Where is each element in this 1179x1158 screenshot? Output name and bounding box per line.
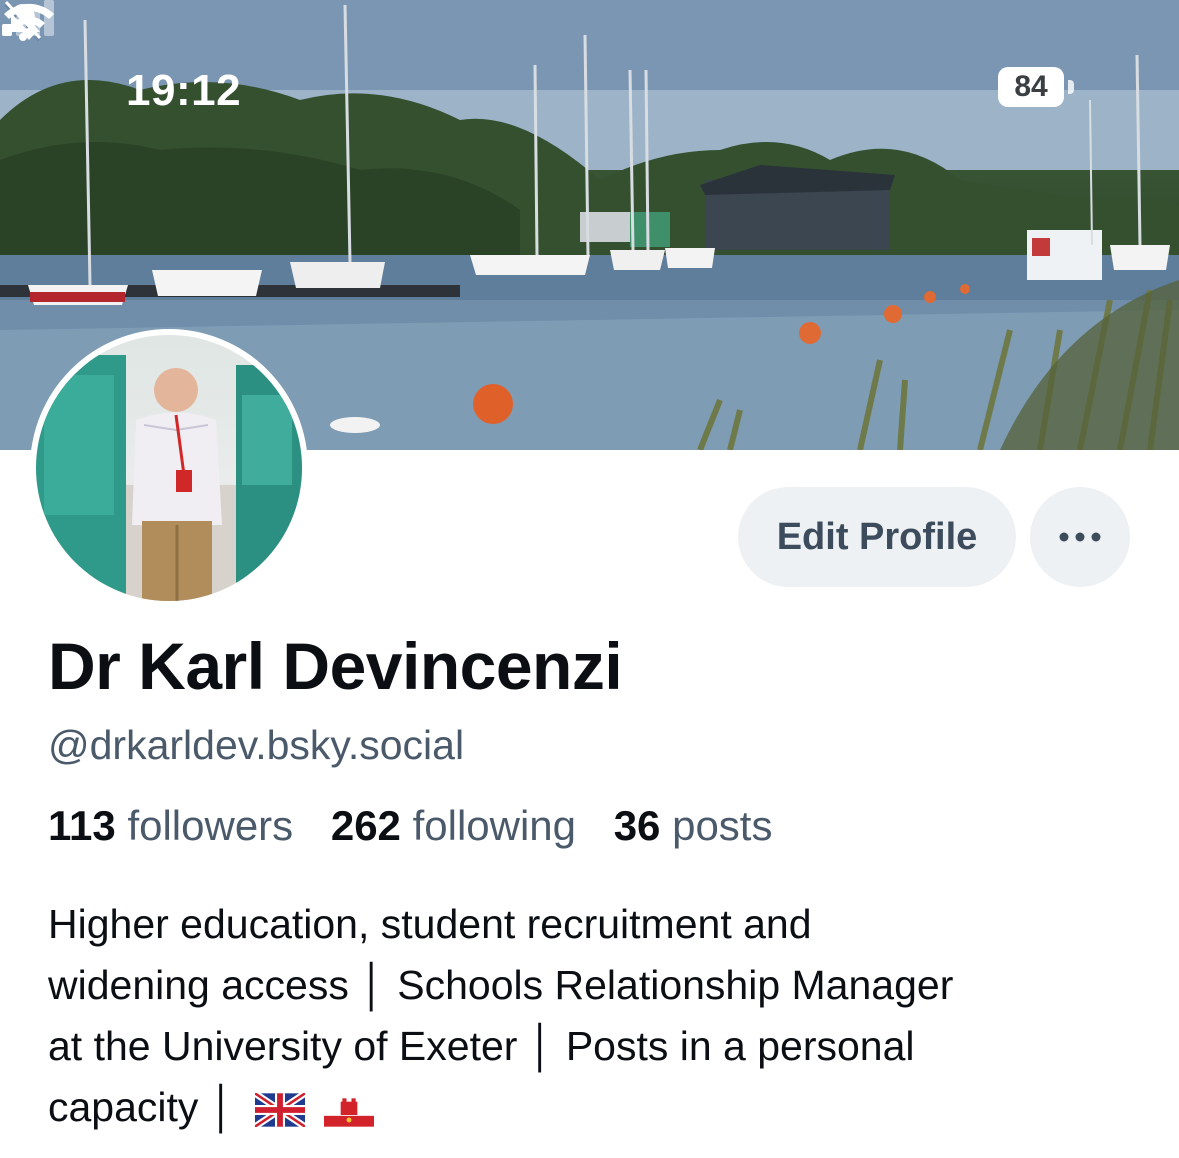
bio-last-line: capacity │ xyxy=(48,1077,1148,1138)
following-link[interactable]: 262 following xyxy=(331,802,614,849)
bio-line: widening access │ Schools Relationship M… xyxy=(48,962,954,1008)
battery-tip xyxy=(1068,80,1074,94)
more-options-button[interactable] xyxy=(1030,487,1130,587)
avatar-photo xyxy=(36,335,302,601)
profile-bio: Higher education, student recruitment an… xyxy=(48,894,1148,1138)
uk-flag-icon xyxy=(254,1093,305,1127)
followers-link[interactable]: 113 followers xyxy=(48,802,331,849)
wifi-icon xyxy=(4,3,54,40)
posts-count: 36 xyxy=(613,802,661,849)
following-label: following xyxy=(412,802,577,849)
following-count: 262 xyxy=(330,802,401,849)
bio-line: Higher education, student recruitment an… xyxy=(48,901,812,947)
bio-line: at the University of Exeter │ Posts in a… xyxy=(48,1023,915,1069)
posts-label: posts xyxy=(672,802,773,849)
profile-handle: @drkarldev.bsky.social xyxy=(48,722,465,768)
posts-stat: 36 posts xyxy=(614,802,799,849)
edit-profile-button[interactable]: Edit Profile xyxy=(738,487,1016,587)
display-name: Dr Karl Devincenzi xyxy=(48,629,623,703)
followers-label: followers xyxy=(127,802,294,849)
battery-icon: 84 xyxy=(998,67,1064,107)
avatar[interactable] xyxy=(30,329,308,607)
followers-count: 113 xyxy=(48,802,116,849)
ellipsis-icon xyxy=(1059,532,1101,542)
bio-line: capacity │ xyxy=(48,1084,236,1130)
gibraltar-flag-icon xyxy=(324,1093,375,1127)
profile-stats: 113 followers 262 following 36 posts xyxy=(48,802,798,850)
status-time: 19:12 xyxy=(126,66,242,115)
